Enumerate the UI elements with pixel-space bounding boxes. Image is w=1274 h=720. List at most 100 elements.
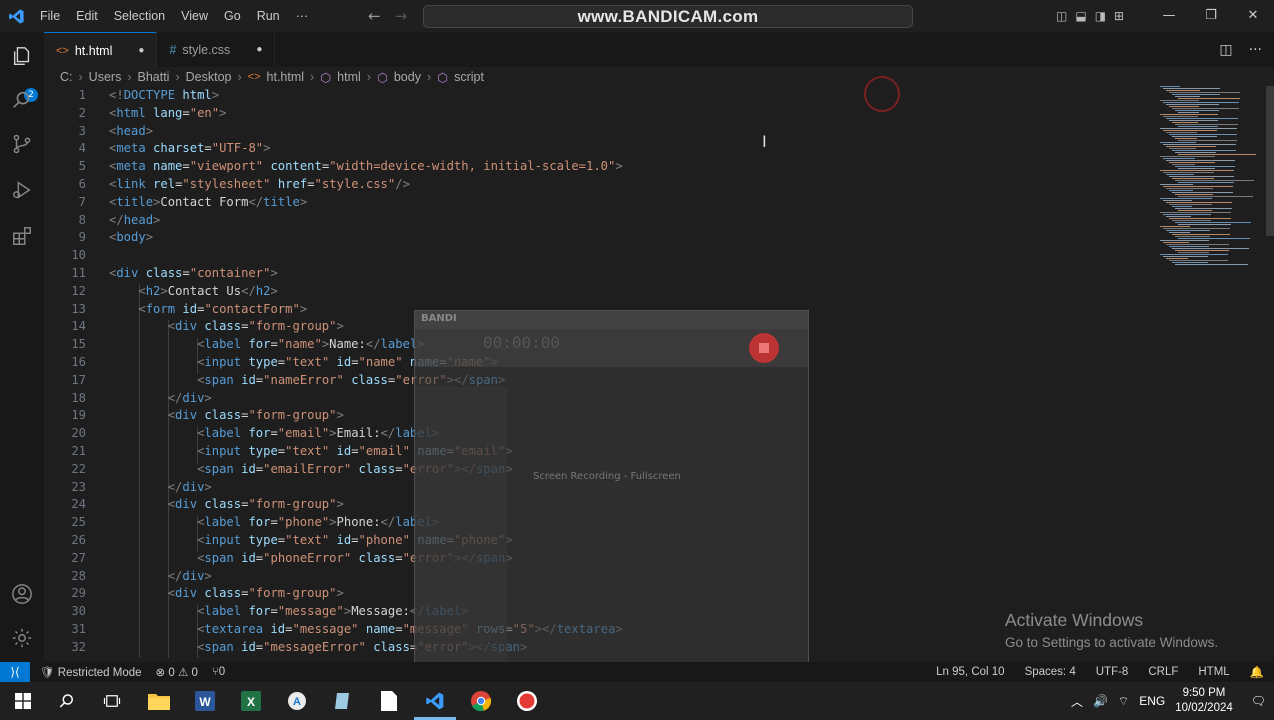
- forward-arrow-icon[interactable]: →: [395, 7, 408, 25]
- breadcrumb-body[interactable]: body: [394, 70, 421, 84]
- menu-bar: File Edit Selection View Go Run ···: [32, 0, 316, 32]
- chrome-icon[interactable]: [466, 686, 496, 716]
- code-token: <: [138, 283, 146, 298]
- vscode-taskbar-icon[interactable]: [420, 686, 450, 716]
- minimap[interactable]: [1160, 86, 1260, 286]
- breadcrumb-drive[interactable]: C:: [60, 70, 73, 84]
- minimap-line: [1178, 252, 1209, 253]
- taskbar-search-icon[interactable]: [52, 686, 82, 716]
- language-indicator[interactable]: ENG: [1139, 694, 1165, 708]
- language-mode-status[interactable]: HTML: [1198, 666, 1229, 678]
- toggle-primary-sidebar-icon[interactable]: ◫: [1056, 9, 1067, 23]
- menu-selection[interactable]: Selection: [106, 0, 173, 32]
- split-editor-icon[interactable]: ◫: [1219, 42, 1232, 58]
- volume-icon[interactable]: 🔊: [1093, 694, 1108, 708]
- code-token: class: [358, 461, 396, 476]
- settings-gear-icon[interactable]: [8, 624, 36, 652]
- source-control-icon[interactable]: [8, 130, 36, 158]
- minimap-line: [1166, 202, 1232, 203]
- window-controls: — ❐ ✕: [1148, 0, 1274, 32]
- task-view-icon[interactable]: [97, 686, 127, 716]
- code-token: span: [204, 639, 234, 654]
- notes-app-icon[interactable]: [328, 686, 358, 716]
- excel-icon[interactable]: X: [236, 686, 266, 716]
- extensions-icon[interactable]: [8, 222, 36, 250]
- unsaved-dot-icon[interactable]: ●: [256, 44, 262, 55]
- bandicam-timer: 00:00:00: [483, 333, 561, 352]
- minimize-icon[interactable]: —: [1148, 0, 1190, 32]
- code-token: Message:: [351, 604, 410, 619]
- cursor-position-status[interactable]: Ln 95, Col 10: [936, 666, 1004, 678]
- code-token: >: [145, 123, 154, 138]
- bandicam-window[interactable]: BANDI 00:00:00 Screen Recording - Fullsc…: [414, 310, 809, 674]
- minimap-line: [1169, 176, 1234, 177]
- notifications-icon[interactable]: 🗨: [1251, 694, 1266, 708]
- menu-more[interactable]: ···: [288, 0, 317, 32]
- tab-style-css[interactable]: # style.css ●: [157, 32, 276, 67]
- menu-file[interactable]: File: [32, 0, 68, 32]
- code-token: type: [248, 444, 278, 458]
- code-token: <: [167, 408, 176, 423]
- notepad-icon[interactable]: [374, 686, 404, 716]
- restore-icon[interactable]: ❐: [1190, 0, 1232, 32]
- minimap-line: [1163, 172, 1214, 173]
- show-hidden-icons-icon[interactable]: ︿: [1071, 693, 1083, 710]
- code-token: Name:: [329, 337, 366, 352]
- remote-indicator-icon[interactable]: ⟩⟨: [0, 662, 30, 682]
- notifications-bell-icon[interactable]: 🔔: [1250, 665, 1264, 679]
- customize-layout-icon[interactable]: ⊞: [1114, 9, 1124, 23]
- minimap-line: [1169, 106, 1199, 107]
- network-icon[interactable]: ⌔: [1118, 694, 1129, 709]
- breadcrumb-html[interactable]: html: [337, 70, 361, 84]
- line-number: 28: [71, 568, 86, 583]
- problems-status[interactable]: ⊗ 0 ⚠ 0: [156, 665, 198, 679]
- breadcrumb-desktop[interactable]: Desktop: [186, 70, 232, 84]
- code-token: h2: [255, 283, 271, 298]
- menu-view[interactable]: View: [173, 0, 216, 32]
- tab-ht-html[interactable]: <> ht.html ●: [44, 32, 158, 68]
- code-token: <: [138, 301, 146, 316]
- windows-start-icon[interactable]: [8, 686, 38, 716]
- clock[interactable]: 9:50 PM 10/02/2024: [1175, 686, 1233, 716]
- ports-status[interactable]: ⑂0: [212, 666, 225, 678]
- close-icon[interactable]: ✕: [1232, 0, 1274, 32]
- line-number: 14: [71, 319, 86, 334]
- menu-run[interactable]: Run: [249, 0, 288, 32]
- accounts-icon[interactable]: [8, 580, 36, 608]
- explorer-icon[interactable]: [8, 42, 36, 70]
- element-icon: ⬡: [437, 70, 449, 85]
- breadcrumb-user[interactable]: Bhatti: [138, 70, 170, 84]
- file-explorer-icon[interactable]: [144, 686, 174, 716]
- code-token: </: [380, 515, 396, 530]
- toggle-secondary-sidebar-icon[interactable]: ◨: [1095, 9, 1106, 23]
- run-debug-icon[interactable]: [8, 176, 36, 204]
- breadcrumb-users[interactable]: Users: [89, 70, 122, 84]
- menu-edit[interactable]: Edit: [68, 0, 106, 32]
- unsaved-dot-icon[interactable]: ●: [138, 45, 144, 56]
- word-icon[interactable]: W: [190, 686, 220, 716]
- line-number: 12: [71, 283, 86, 298]
- search-icon[interactable]: [8, 86, 36, 114]
- line-number: 17: [71, 372, 86, 387]
- back-arrow-icon[interactable]: ←: [368, 7, 381, 25]
- indentation-status[interactable]: Spaces: 4: [1025, 666, 1076, 678]
- encoding-status[interactable]: UTF-8: [1096, 666, 1129, 678]
- app-store-icon[interactable]: A: [282, 686, 312, 716]
- eol-status[interactable]: CRLF: [1148, 666, 1178, 678]
- bandicam-taskbar-icon[interactable]: [512, 686, 542, 716]
- command-center[interactable]: www.BANDICAM.com: [423, 5, 913, 28]
- restricted-mode-status[interactable]: 🛡 Restricted Mode: [40, 665, 142, 679]
- menu-go[interactable]: Go: [216, 0, 249, 32]
- minimap-line: [1166, 174, 1194, 175]
- breadcrumb-file[interactable]: ht.html: [267, 70, 305, 84]
- breadcrumb-script[interactable]: script: [454, 70, 484, 84]
- code-token: <!: [109, 88, 124, 102]
- line-number: 5: [78, 159, 86, 174]
- more-actions-icon[interactable]: ···: [1249, 42, 1262, 58]
- toggle-panel-icon[interactable]: ⬓: [1075, 9, 1086, 23]
- stop-record-button[interactable]: [749, 333, 779, 363]
- code-token: div: [175, 319, 198, 334]
- code-token: </: [109, 212, 124, 227]
- vertical-scrollbar[interactable]: [1266, 86, 1274, 236]
- line-number: 11: [71, 266, 86, 280]
